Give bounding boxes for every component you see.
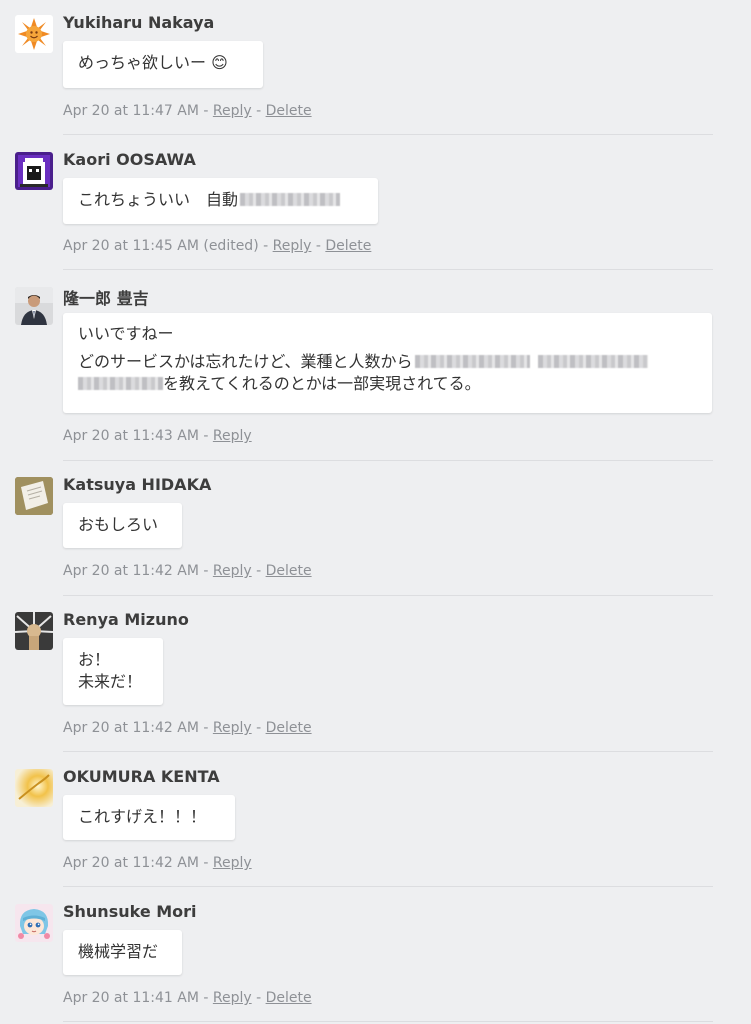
comment-author[interactable]: Kaori OOSAWA [63,150,196,169]
meta-separator: - [198,103,213,119]
comment-text: おもしろい [78,515,159,534]
comment-body: 機械学習だ [63,930,182,975]
meta-separator: - [258,238,273,254]
comment-divider [63,460,713,461]
reply-link[interactable]: Reply [213,103,252,119]
comment-author[interactable]: Renya Mizuno [63,610,189,629]
comment-author[interactable]: OKUMURA KENTA [63,767,220,786]
comment-meta: Apr 20 at 11:47 AM - Reply - Delete [63,103,312,119]
comment-divider [63,1021,713,1022]
meta-separator: - [251,990,266,1006]
delete-link[interactable]: Delete [266,563,312,579]
meta-separator: - [198,990,213,1006]
meta-separator: - [198,855,213,871]
delete-link[interactable]: Delete [266,990,312,1006]
comment-meta: Apr 20 at 11:42 AM - Reply [63,855,252,871]
sun-avatar-icon[interactable] [15,15,53,53]
comment-body: おもしろい [63,503,182,548]
comment-meta: Apr 20 at 11:42 AM - Reply - Delete [63,720,312,736]
comment-timestamp: Apr 20 at 11:42 AM [63,563,199,579]
comment-text-segment: を教えてくれるのとかは一部実現されてる。 [163,374,481,393]
redacted-text [240,193,341,206]
meta-separator: - [311,238,326,254]
comment-meta: Apr 20 at 11:43 AM - Reply [63,428,252,444]
redacted-text [414,355,530,368]
comment-text: 機械学習だ [78,942,159,961]
comment-divider [63,134,713,135]
reply-link[interactable]: Reply [213,428,252,444]
delete-link[interactable]: Delete [266,103,312,119]
meta-separator: - [198,563,213,579]
anime-girl-avatar-icon[interactable] [15,904,53,942]
comment-meta: Apr 20 at 11:41 AM - Reply - Delete [63,990,312,1006]
delete-link[interactable]: Delete [266,720,312,736]
comment-timestamp: Apr 20 at 11:47 AM [63,103,199,119]
comment-meta: Apr 20 at 11:42 AM - Reply - Delete [63,563,312,579]
comment-body: いいですねー どのサービスかは忘れたけど、業種と人数からを教えてくれるのとかは一… [63,313,712,413]
comment-divider [63,886,713,887]
meta-separator: - [251,720,266,736]
comment-timestamp: Apr 20 at 11:41 AM [63,990,199,1006]
comment-text: めっちゃ欲しいー 😊 [78,53,228,72]
document-photo-avatar-icon[interactable] [15,477,53,515]
comment-text: どのサービスかは忘れたけど、業種と人数からを教えてくれるのとかは一部実現されてる… [78,351,697,395]
pixel-character-avatar-icon[interactable] [15,152,53,190]
redacted-text [537,355,648,368]
delete-link[interactable]: Delete [325,238,371,254]
meta-separator: - [251,563,266,579]
comment-body: これちょういい 自動 [63,178,378,224]
meta-separator: - [198,720,213,736]
comment-divider [63,595,713,596]
spiky-character-avatar-icon[interactable] [15,612,53,650]
reply-link[interactable]: Reply [273,238,312,254]
comment-author[interactable]: Yukiharu Nakaya [63,13,214,32]
comment-feed: Yukiharu Nakaya めっちゃ欲しいー 😊 Apr 20 at 11:… [0,0,751,1024]
comment-text: 未来だ！ [78,672,143,691]
comment-meta: Apr 20 at 11:45 AM (edited) - Reply - De… [63,238,371,254]
comment-body: お！ 未来だ！ [63,638,163,705]
comment-text: お！ [78,650,111,669]
person-photo-avatar-icon[interactable] [15,287,53,325]
comment-text: これちょういい 自動 [78,189,363,211]
comment-author[interactable]: Katsuya HIDAKA [63,475,211,494]
comment-divider [63,269,713,270]
reply-link[interactable]: Reply [213,855,252,871]
comment-author[interactable]: 隆一郎 豊吉 [63,285,149,309]
comment-timestamp: Apr 20 at 11:42 AM [63,720,199,736]
comment-timestamp: Apr 20 at 11:42 AM [63,855,199,871]
comment-author[interactable]: Shunsuke Mori [63,902,197,921]
comment-body: これすげえ！！！ [63,795,235,840]
burst-avatar-icon[interactable] [15,769,53,807]
comment-text-segment: どのサービスかは忘れたけど、業種と人数から [78,352,413,371]
reply-link[interactable]: Reply [213,563,252,579]
reply-link[interactable]: Reply [213,990,252,1006]
redacted-text [78,377,163,390]
comment-text-segment: これちょういい 自動 [78,190,239,209]
comment-timestamp: Apr 20 at 11:43 AM [63,428,199,444]
comment-text: いいですねー [78,324,174,343]
reply-link[interactable]: Reply [213,720,252,736]
comment-text: これすげえ！！！ [78,807,207,826]
comment-timestamp: Apr 20 at 11:45 AM (edited) [63,238,259,254]
comment-divider [63,751,713,752]
meta-separator: - [251,103,266,119]
comment-body: めっちゃ欲しいー 😊 [63,41,263,88]
meta-separator: - [198,428,213,444]
